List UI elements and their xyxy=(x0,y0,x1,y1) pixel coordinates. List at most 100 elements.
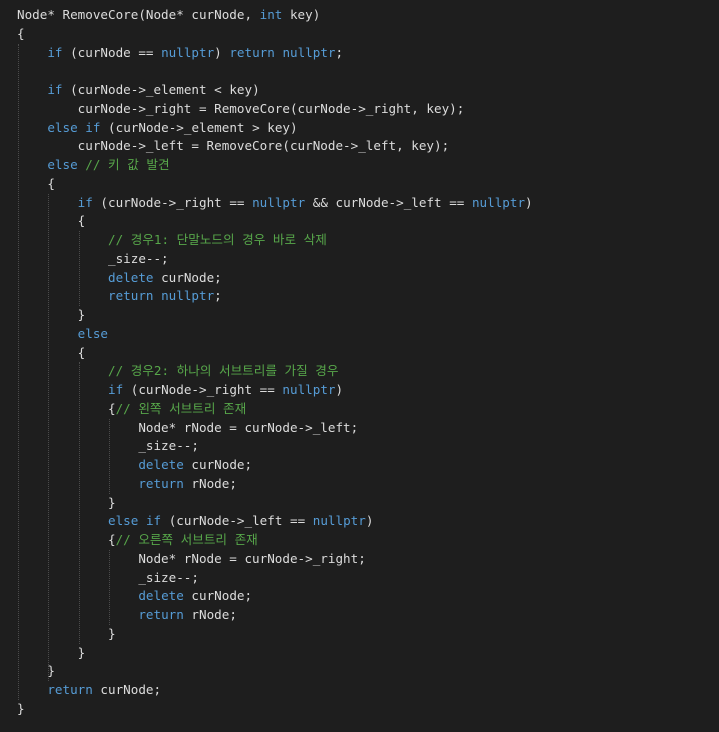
code-text: (curNode->_element < key) xyxy=(62,82,260,97)
code-line: {// 오른쪽 서브트리 존재 xyxy=(17,531,533,550)
code-text: { xyxy=(17,344,86,360)
code-line: } xyxy=(17,625,533,644)
code-keyword: nullptr xyxy=(161,288,215,304)
code-text: ) xyxy=(335,382,344,397)
code-keyword: delete xyxy=(108,269,154,285)
code-keyword: if xyxy=(77,194,93,210)
code-editor[interactable]: Node* RemoveCore(Node* curNode, int key)… xyxy=(0,0,719,732)
code-line: } xyxy=(17,644,533,663)
code-keyword: return xyxy=(138,475,184,491)
code-text: rNode; xyxy=(183,475,237,491)
code-text: (curNode->_element > key) xyxy=(100,119,298,135)
code-line: return rNode; xyxy=(17,475,533,494)
code-text: { xyxy=(17,400,116,416)
code-keyword: if xyxy=(47,44,63,60)
code-keyword: nullptr xyxy=(312,513,366,529)
code-text: (curNode->_right == xyxy=(123,382,283,397)
code-line: if (curNode == nullptr) return nullptr; xyxy=(17,44,533,63)
code-line: else xyxy=(17,325,533,344)
code-line: curNode->_right = RemoveCore(curNode->_r… xyxy=(17,100,533,119)
code-text: } xyxy=(17,700,25,716)
code-text: Node* RemoveCore(Node* curNode, xyxy=(17,7,260,22)
code-text: curNode->_left = RemoveCore(curNode->_le… xyxy=(17,138,450,154)
code-line: Node* RemoveCore(Node* curNode, int key) xyxy=(17,6,533,25)
code-line: { xyxy=(17,344,533,363)
code-line: Node* rNode = curNode->_left; xyxy=(17,419,533,438)
code-text: } xyxy=(17,307,86,322)
code-line: else // 키 값 발견 xyxy=(17,156,533,175)
code-line: delete curNode; xyxy=(17,587,533,606)
code-text: } xyxy=(17,663,55,679)
code-keyword: else xyxy=(108,513,139,529)
code-keyword: delete xyxy=(138,588,184,604)
code-text: curNode->_right = RemoveCore(curNode->_r… xyxy=(17,100,465,116)
code-comment: // 왼쪽 서브트리 존재 xyxy=(115,400,247,416)
code-text: curNode; xyxy=(183,588,253,604)
code-text: _size--; xyxy=(17,569,199,585)
code-keyword: nullptr xyxy=(282,44,336,60)
code-line: { xyxy=(17,175,533,194)
code-text: key) xyxy=(282,7,321,22)
code-keyword: return xyxy=(47,682,93,697)
code-line: // 경우1: 단말노드의 경우 바로 삭제 xyxy=(17,231,533,250)
code-keyword: nullptr xyxy=(161,44,215,60)
code-line: } xyxy=(17,494,533,513)
code-keyword: if xyxy=(85,119,101,135)
code-keyword: if xyxy=(145,513,162,529)
code-line: delete curNode; xyxy=(17,456,533,475)
code-text: } xyxy=(17,494,116,510)
code-keyword: delete xyxy=(138,457,184,472)
code-line: return rNode; xyxy=(17,606,533,625)
code-keyword: nullptr xyxy=(252,194,306,210)
code-keyword: return xyxy=(229,44,275,60)
code-line: Node* rNode = curNode->_right; xyxy=(17,550,533,569)
code-text: { xyxy=(17,532,116,547)
code-keyword: if xyxy=(108,382,124,397)
code-text: rNode; xyxy=(183,607,237,622)
code-keyword: return xyxy=(108,288,154,304)
code-line: else if (curNode->_left == nullptr) xyxy=(17,512,533,531)
code-text: } xyxy=(17,625,116,641)
code-line: {// 왼쪽 서브트리 존재 xyxy=(17,400,533,419)
code-text: (curNode == xyxy=(62,44,162,60)
code-comment: // 키 값 발견 xyxy=(85,157,170,172)
code-line: // 경우2: 하나의 서브트리를 가질 경우 xyxy=(17,362,533,381)
code-text: ; xyxy=(214,288,222,304)
code-text: ) xyxy=(214,44,230,60)
code-keyword: return xyxy=(138,607,184,622)
code-line: return nullptr; xyxy=(17,287,533,306)
code-keyword: else xyxy=(47,157,78,172)
code-text: { xyxy=(17,25,25,41)
code-line: return curNode; xyxy=(17,681,533,700)
code-text: (curNode->_right == xyxy=(92,194,253,210)
code-line: curNode->_left = RemoveCore(curNode->_le… xyxy=(17,137,533,156)
code-comment: // 경우1: 단말노드의 경우 바로 삭제 xyxy=(108,232,327,247)
code-keyword: else xyxy=(47,119,78,135)
code-line: _size--; xyxy=(17,569,533,588)
code-line: } xyxy=(17,662,533,681)
code-text: { xyxy=(17,175,55,191)
code-text: ; xyxy=(335,44,344,60)
code-keyword: nullptr xyxy=(282,382,336,397)
code-line: { xyxy=(17,212,533,231)
code-text: curNode; xyxy=(153,269,222,285)
code-keyword: if xyxy=(47,82,63,97)
code-line: if (curNode->_right == nullptr) xyxy=(17,381,533,400)
code-text: _size--; xyxy=(17,250,169,266)
code-text: curNode; xyxy=(183,457,253,472)
code-block[interactable]: Node* RemoveCore(Node* curNode, int key)… xyxy=(17,6,533,719)
